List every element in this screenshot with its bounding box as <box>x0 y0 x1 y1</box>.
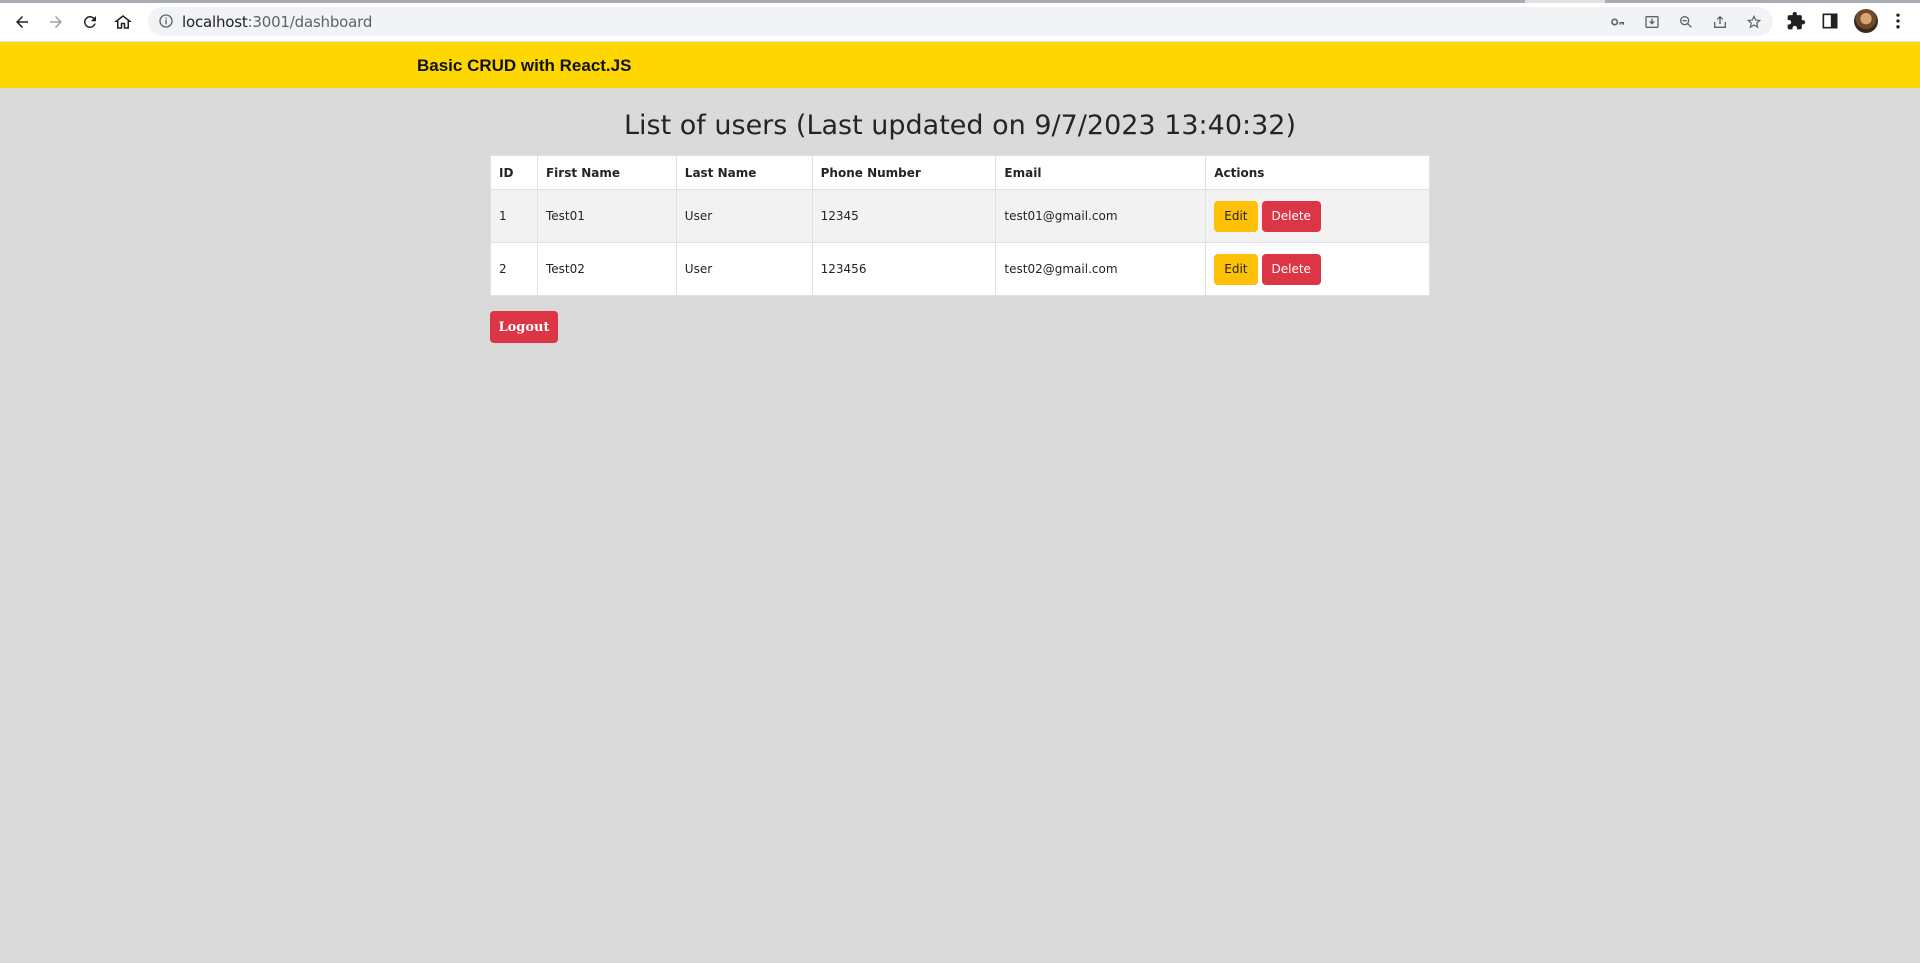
url-host: localhost <box>182 13 248 31</box>
table-header-row: ID First Name Last Name Phone Number Ema… <box>490 155 1430 190</box>
browser-toolbar: localhost:3001/dashboard <box>0 0 1920 42</box>
profile-avatar[interactable] <box>1854 9 1878 33</box>
cell-email: test02@gmail.com <box>995 242 1207 296</box>
cell-email: test01@gmail.com <box>995 189 1207 243</box>
extensions-icon[interactable] <box>1786 11 1806 31</box>
reload-icon <box>83 15 96 28</box>
tab-strip-segment <box>0 0 1525 3</box>
cell-first-name: Test01 <box>536 189 677 243</box>
column-header-id: ID <box>490 155 538 190</box>
column-header-last-name: Last Name <box>675 155 813 190</box>
star-icon[interactable] <box>1746 14 1762 30</box>
edit-button[interactable]: Edit <box>1214 253 1258 285</box>
users-table: ID First Name Last Name Phone Number Ema… <box>490 155 1430 296</box>
delete-button[interactable]: Delete <box>1261 200 1321 232</box>
column-header-first-name: First Name <box>536 155 677 190</box>
share-icon[interactable] <box>1712 14 1728 30</box>
app-title: Basic CRUD with React.JS <box>417 56 632 75</box>
column-header-email: Email <box>995 155 1207 190</box>
column-header-actions: Actions <box>1205 155 1430 190</box>
side-panel-icon[interactable] <box>1820 11 1840 31</box>
back-button[interactable] <box>9 9 35 35</box>
table-row: 2 Test02 User 123456 test02@gmail.com Ed… <box>490 242 1430 296</box>
page-title: List of users (Last updated on 9/7/2023 … <box>624 110 1296 141</box>
more-menu-icon[interactable] <box>1888 11 1908 31</box>
cell-phone: 12345 <box>811 189 997 243</box>
zoom-icon[interactable] <box>1678 14 1694 30</box>
arrow-left-icon <box>16 16 28 28</box>
edit-button[interactable]: Edit <box>1214 200 1258 232</box>
site-info-icon[interactable] <box>158 13 174 29</box>
cell-first-name: Test02 <box>536 242 677 296</box>
cell-last-name: User <box>675 189 813 243</box>
cell-last-name: User <box>675 242 813 296</box>
install-app-icon[interactable] <box>1644 14 1660 30</box>
arrow-right-icon <box>50 16 62 28</box>
cell-actions: Edit Delete <box>1205 189 1430 243</box>
forward-button[interactable] <box>43 9 69 35</box>
app-header: Basic CRUD with React.JS <box>0 42 1920 88</box>
tab-strip-segment <box>1605 0 1920 3</box>
key-icon[interactable] <box>1610 14 1626 30</box>
table-row: 1 Test01 User 12345 test01@gmail.com Edi… <box>490 189 1430 243</box>
logout-button[interactable]: Logout <box>490 311 558 343</box>
cell-id: 2 <box>490 242 538 296</box>
address-bar[interactable]: localhost:3001/dashboard <box>148 7 1773 36</box>
url-path: :3001/dashboard <box>247 13 373 31</box>
home-icon <box>114 15 132 29</box>
delete-button[interactable]: Delete <box>1261 253 1321 285</box>
url-text[interactable]: localhost:3001/dashboard <box>182 13 372 31</box>
reload-button[interactable] <box>77 9 103 35</box>
cell-id: 1 <box>490 189 538 243</box>
home-button[interactable] <box>110 9 136 35</box>
cell-phone: 123456 <box>811 242 997 296</box>
cell-actions: Edit Delete <box>1205 242 1430 296</box>
column-header-phone: Phone Number <box>811 155 997 190</box>
tab-strip <box>0 0 1920 3</box>
